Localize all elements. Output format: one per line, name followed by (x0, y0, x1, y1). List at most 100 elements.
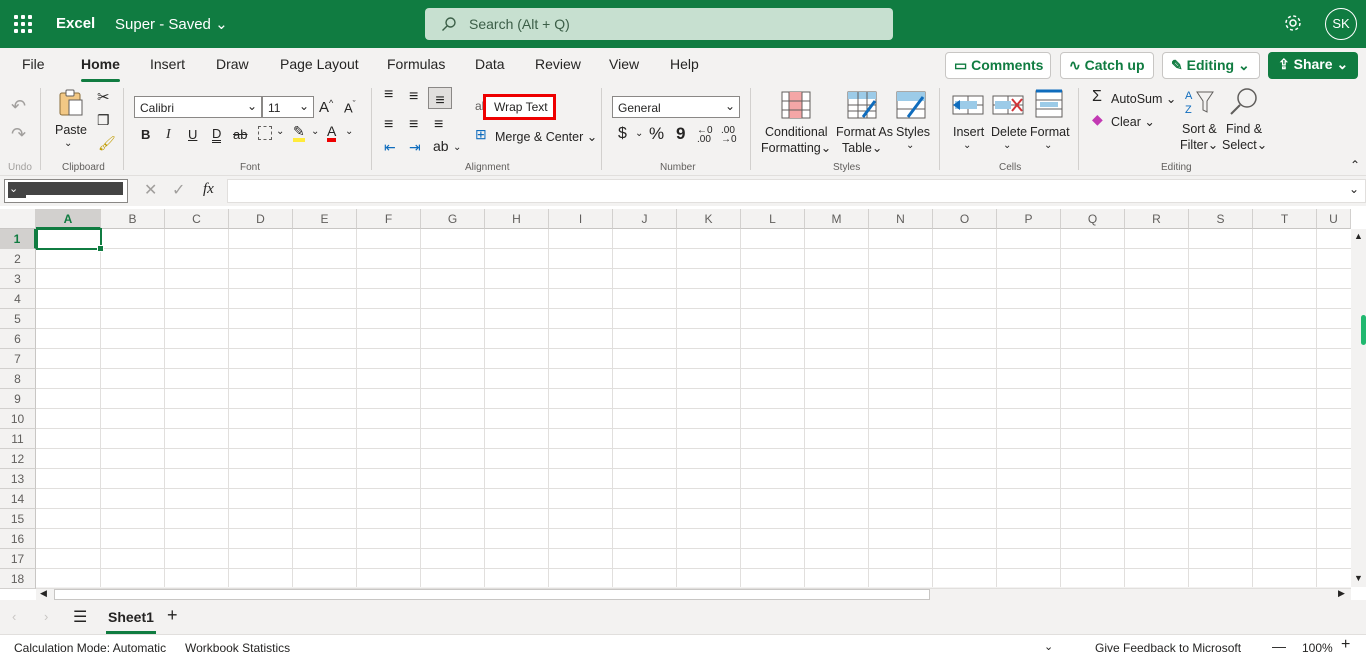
format-as-table-icon[interactable] (847, 91, 877, 119)
row-header-9[interactable]: 9 (0, 389, 36, 409)
redo-icon[interactable]: ↷ (11, 124, 26, 145)
chevron-down-icon[interactable]: ⌄ (311, 126, 319, 137)
number-format-select[interactable]: General ⌄ (612, 96, 740, 118)
scroll-left-icon[interactable]: ◀ (40, 588, 47, 599)
fill-color-icon[interactable]: ✎ (293, 124, 305, 142)
paste-icon[interactable] (56, 88, 86, 118)
column-header-r[interactable]: R (1125, 209, 1189, 229)
tab-help[interactable]: Help (670, 56, 699, 72)
increase-font-size-icon[interactable]: A^ (319, 98, 333, 116)
name-box[interactable]: A1⌄ (4, 179, 128, 203)
cancel-icon[interactable]: ✕ (144, 180, 157, 200)
column-header-h[interactable]: H (485, 209, 549, 229)
chevron-down-icon[interactable]: ⌄ (276, 126, 284, 137)
add-sheet-icon[interactable]: + (167, 605, 178, 626)
align-top-icon[interactable]: ≡ (384, 87, 393, 103)
all-sheets-menu-icon[interactable]: ☰ (73, 607, 87, 627)
give-feedback-link[interactable]: Give Feedback to Microsoft (1095, 641, 1241, 655)
conditional-formatting-icon[interactable] (781, 91, 811, 119)
underline-button[interactable]: U (188, 127, 197, 142)
tab-view[interactable]: View (609, 56, 639, 72)
catch-up-button[interactable]: ∿ Catch up (1060, 52, 1154, 79)
column-header-b[interactable]: B (101, 209, 165, 229)
delete-cells-icon[interactable] (992, 91, 1024, 119)
enter-check-icon[interactable]: ✓ (172, 180, 185, 200)
sort-filter-label-1[interactable]: Sort & (1182, 122, 1217, 136)
column-header-d[interactable]: D (229, 209, 293, 229)
scroll-down-icon[interactable]: ▼ (1354, 573, 1363, 583)
prev-sheet-icon[interactable]: ‹ (12, 609, 16, 624)
tab-review[interactable]: Review (535, 56, 581, 72)
comma-style-icon[interactable]: 9 (676, 124, 685, 144)
row-header-17[interactable]: 17 (0, 549, 36, 569)
row-header-12[interactable]: 12 (0, 449, 36, 469)
align-middle-icon[interactable]: ≡ (409, 89, 418, 105)
align-left-icon[interactable]: ≡ (384, 116, 393, 134)
formula-input[interactable]: ⌄ (227, 179, 1366, 203)
scroll-up-icon[interactable]: ▲ (1354, 231, 1363, 241)
chevron-down-icon[interactable]: ⌄ (1003, 140, 1011, 151)
vertical-scrollbar[interactable]: ▲ ▼ (1351, 229, 1366, 587)
collapse-ribbon-icon[interactable]: ⌃ (1350, 158, 1360, 172)
format-painter-icon[interactable]: 🖌 (98, 135, 116, 152)
row-header-14[interactable]: 14 (0, 489, 36, 509)
decrease-indent-icon[interactable]: ⇤ (384, 139, 396, 156)
chevron-down-icon[interactable]: ⌄ (1044, 140, 1052, 151)
zoom-level[interactable]: 100% (1302, 641, 1333, 655)
chevron-down-icon[interactable]: ⌄ (906, 140, 914, 151)
delete-cells-label[interactable]: Delete (991, 125, 1027, 139)
row-header-2[interactable]: 2 (0, 249, 36, 269)
decrease-decimal-icon[interactable]: .00 →0 (721, 126, 737, 145)
clear-button[interactable]: Clear ⌄ (1111, 114, 1155, 129)
next-sheet-icon[interactable]: › (44, 609, 48, 624)
insert-cells-icon[interactable] (952, 91, 984, 119)
orientation-icon[interactable]: ab (433, 138, 449, 154)
row-header-18[interactable]: 18 (0, 569, 36, 589)
tab-file[interactable]: File (22, 56, 45, 72)
undo-icon[interactable]: ↶ (11, 96, 26, 117)
column-header-a[interactable]: A (36, 209, 101, 229)
zoom-in-icon[interactable]: + (1341, 636, 1350, 654)
column-header-t[interactable]: T (1253, 209, 1317, 229)
scroll-right-icon[interactable]: ▶ (1338, 588, 1345, 599)
active-cell-a1[interactable] (36, 228, 104, 252)
bold-button[interactable]: B (141, 127, 150, 142)
font-size-select[interactable]: 11 ⌄ (262, 96, 314, 118)
settings-gear-icon[interactable] (1283, 13, 1303, 33)
zoom-out-icon[interactable]: — (1272, 638, 1286, 654)
app-launcher-icon[interactable] (14, 15, 32, 33)
row-header-7[interactable]: 7 (0, 349, 36, 369)
merge-center-button[interactable]: Merge & Center ⌄ (495, 129, 597, 144)
tab-page-layout[interactable]: Page Layout (280, 56, 359, 72)
chevron-down-icon[interactable]: ⌄ (635, 128, 643, 139)
column-header-f[interactable]: F (357, 209, 421, 229)
row-header-10[interactable]: 10 (0, 409, 36, 429)
cut-scissors-icon[interactable]: ✂ (97, 88, 110, 106)
wrap-text-button[interactable]: Wrap Text (483, 94, 556, 120)
format-cells-icon[interactable] (1034, 89, 1064, 119)
conditional-formatting-button[interactable]: Formatting⌄ (761, 140, 831, 155)
row-header-3[interactable]: 3 (0, 269, 36, 289)
horizontal-scroll-thumb[interactable] (54, 589, 930, 600)
chevron-down-icon[interactable]: ⌄ (64, 138, 72, 149)
row-header-11[interactable]: 11 (0, 429, 36, 449)
font-color-icon[interactable]: A (327, 124, 337, 142)
calculation-mode[interactable]: Calculation Mode: Automatic (14, 641, 166, 655)
column-header-l[interactable]: L (741, 209, 805, 229)
align-right-icon[interactable]: ≡ (434, 116, 443, 134)
chevron-down-icon[interactable]: ⌄ (1044, 640, 1053, 653)
app-name[interactable]: Excel (56, 15, 95, 32)
tab-draw[interactable]: Draw (216, 56, 249, 72)
align-center-icon[interactable]: ≡ (409, 116, 418, 134)
row-header-5[interactable]: 5 (0, 309, 36, 329)
row-header-15[interactable]: 15 (0, 509, 36, 529)
insert-cells-label[interactable]: Insert (953, 125, 984, 139)
sort-filter-icon[interactable]: AZ (1183, 88, 1215, 116)
styles-label[interactable]: Styles (896, 125, 930, 139)
column-header-u[interactable]: U (1317, 209, 1351, 229)
workbook-statistics[interactable]: Workbook Statistics (185, 641, 290, 655)
tab-home[interactable]: Home (81, 56, 120, 82)
tab-insert[interactable]: Insert (150, 56, 185, 72)
eraser-icon[interactable]: ◆ (1092, 111, 1103, 128)
format-as-table-button[interactable]: Table⌄ (842, 140, 882, 155)
